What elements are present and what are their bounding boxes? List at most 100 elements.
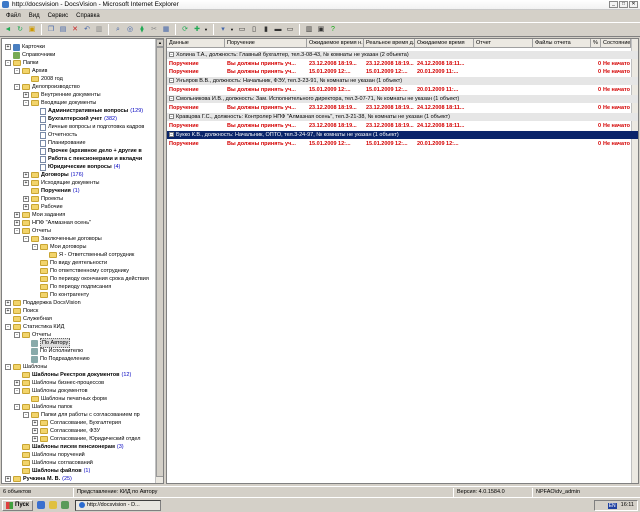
- ie-quicklaunch-icon[interactable]: [36, 501, 45, 509]
- tree-item[interactable]: Служебная: [5, 315, 52, 323]
- tree-item[interactable]: + Ручкина М. В. (25): [5, 475, 72, 483]
- column-header[interactable]: Отчет: [474, 39, 533, 48]
- tree-item[interactable]: - Заключенные договоры: [23, 235, 102, 243]
- collapse-icon[interactable]: -: [14, 84, 20, 90]
- back-icon[interactable]: ◄: [3, 25, 13, 35]
- new-card-icon[interactable]: ✚: [192, 25, 202, 35]
- tree-item[interactable]: - Папки: [5, 59, 38, 67]
- tree-item[interactable]: + Согласование, Юридический отдел: [32, 435, 141, 443]
- language-indicator[interactable]: EN: [607, 502, 617, 509]
- group-row[interactable]: − Кравцова Г.С., должность: Контролер НПФ…: [167, 113, 638, 121]
- tree-item[interactable]: + Проекты: [23, 195, 63, 203]
- tree-item[interactable]: Шаблоны Реестров документов (12): [14, 371, 131, 379]
- collapse-icon[interactable]: −: [169, 52, 174, 58]
- tree-item[interactable]: Справочники: [5, 51, 55, 59]
- help-icon[interactable]: ?: [328, 25, 338, 35]
- copy-icon[interactable]: ❐: [46, 25, 56, 35]
- table-row[interactable]: Поручение Вы должны принять уч... 23.12.20…: [167, 60, 638, 68]
- collapse-icon[interactable]: -: [23, 412, 29, 418]
- undo-icon[interactable]: ↶: [82, 25, 92, 35]
- tree-item[interactable]: По периоду окончания срока действия: [32, 275, 149, 283]
- column-header[interactable]: Ожидаемое время н...: [307, 39, 364, 48]
- expand-icon[interactable]: +: [23, 92, 29, 98]
- tree-item[interactable]: - Шаблоны: [5, 363, 47, 371]
- dropdown-arrow-icon[interactable]: ▼: [204, 27, 208, 32]
- tree-item[interactable]: - Мои договоры: [32, 243, 86, 251]
- collapse-icon[interactable]: -: [14, 332, 20, 338]
- tree-item[interactable]: + Согласование, ФЗУ: [32, 427, 100, 435]
- expand-icon[interactable]: +: [23, 196, 29, 202]
- group-row[interactable]: − Холина Т.А., должность: Главный бухгалт…: [167, 51, 638, 59]
- column-header[interactable]: Поручение: [225, 39, 307, 48]
- close-button[interactable]: ✕: [629, 1, 638, 8]
- expand-icon[interactable]: +: [5, 300, 11, 306]
- expand-icon[interactable]: +: [14, 220, 20, 226]
- tree-item[interactable]: - Папки для работы с согласованием пр: [23, 411, 140, 419]
- expand-icon[interactable]: +: [14, 212, 20, 218]
- collapse-icon[interactable]: -: [14, 404, 20, 410]
- tree-item[interactable]: - Делопроизводство: [14, 83, 80, 91]
- paste-icon[interactable]: ▤: [58, 25, 68, 35]
- menu-tools[interactable]: Сервис: [48, 13, 69, 19]
- tree-item[interactable]: Шаблоны писем пенсионерам (3): [14, 443, 124, 451]
- group-row[interactable]: − Смольникова И.В., должность: Зам. Испол…: [167, 95, 638, 103]
- tree-item[interactable]: + Рабочие: [23, 203, 63, 211]
- collapse-icon[interactable]: -: [5, 60, 11, 66]
- table-row[interactable]: Поручение Вы должны принять уч... 15.01.20…: [167, 86, 638, 94]
- tree-item[interactable]: Шаблоны поручений: [14, 451, 85, 459]
- tree-item[interactable]: Поручения (1): [23, 187, 80, 195]
- tree-item[interactable]: + Мои задания: [14, 211, 65, 219]
- expand-icon[interactable]: +: [5, 476, 11, 482]
- group-row[interactable]: − Унъяров В.В., должность: Начальник, ФЭУ…: [167, 77, 638, 85]
- layout2-icon[interactable]: ▯: [249, 25, 259, 35]
- expand-icon[interactable]: +: [32, 436, 38, 442]
- tree-item[interactable]: По контрагенту: [32, 291, 89, 299]
- dropdown-arrow-icon[interactable]: ▼: [230, 27, 234, 32]
- layout4-icon[interactable]: ▬: [273, 25, 283, 35]
- expand-icon[interactable]: +: [5, 308, 11, 314]
- scroll-thumb[interactable]: [156, 47, 163, 477]
- menu-file[interactable]: Файл: [6, 13, 21, 19]
- tree-item[interactable]: + Поиск: [5, 307, 38, 315]
- collapse-icon[interactable]: −: [169, 78, 174, 84]
- collapse-icon[interactable]: −: [169, 96, 174, 102]
- tree-item[interactable]: По периоду подписания: [32, 283, 111, 291]
- start-button[interactable]: Пуск: [2, 499, 33, 511]
- column-header[interactable]: Реальное время д...: [364, 39, 415, 48]
- column-header[interactable]: Данные: [167, 39, 225, 48]
- tree-item[interactable]: + Шаблоны бизнес-процессов: [14, 379, 104, 387]
- tree-item[interactable]: - Отчеты: [14, 227, 51, 235]
- expand-icon[interactable]: +: [32, 420, 38, 426]
- column-header[interactable]: Ожидаемое время: [415, 39, 474, 48]
- tree-item[interactable]: По Автору: [23, 338, 71, 348]
- collapse-icon[interactable]: −: [169, 132, 174, 138]
- columns-icon[interactable]: ▥: [304, 25, 314, 35]
- tree-item[interactable]: 2008 год: [23, 75, 63, 83]
- view-icon[interactable]: ▾: [218, 25, 228, 35]
- column-header[interactable]: %: [591, 39, 601, 48]
- layout3-icon[interactable]: ▮: [261, 25, 271, 35]
- expand-icon[interactable]: +: [5, 44, 11, 50]
- minimize-button[interactable]: _: [609, 1, 618, 8]
- tree-item[interactable]: Шаблоны согласований: [14, 459, 93, 467]
- search-icon[interactable]: ⌕: [113, 25, 123, 35]
- group-row[interactable]: − Букко К.В., должность: Начальник, ОПТО,…: [167, 131, 638, 139]
- desktop-quicklaunch-icon[interactable]: [60, 501, 69, 509]
- menu-help[interactable]: Справка: [76, 13, 100, 19]
- layout1-icon[interactable]: ▭: [237, 25, 247, 35]
- collapse-icon[interactable]: -: [23, 100, 29, 106]
- taskbar-window-button[interactable]: http://docsvision - D...: [74, 499, 161, 511]
- tree-scrollbar[interactable]: ▲: [155, 39, 163, 483]
- sync-icon[interactable]: ⟳: [180, 25, 190, 35]
- tree-item[interactable]: Планирование: [32, 139, 86, 147]
- collapse-icon[interactable]: -: [14, 228, 20, 234]
- table-row[interactable]: Поручение Вы должны принять уч... 23.12.20…: [167, 122, 638, 130]
- tree-item[interactable]: Шаблоны файлов (1): [14, 467, 90, 475]
- properties-icon[interactable]: ▥: [94, 25, 104, 35]
- tree-item[interactable]: Юридические вопросы (4): [32, 163, 120, 171]
- tree-item[interactable]: + Согласование, Бухгалтерия: [32, 419, 121, 427]
- tree-item[interactable]: Я - Ответственный сотрудник: [41, 251, 134, 259]
- tree-item[interactable]: - Входящие документы: [23, 99, 96, 107]
- expand-icon[interactable]: +: [23, 172, 29, 178]
- find-icon[interactable]: ◎: [125, 25, 135, 35]
